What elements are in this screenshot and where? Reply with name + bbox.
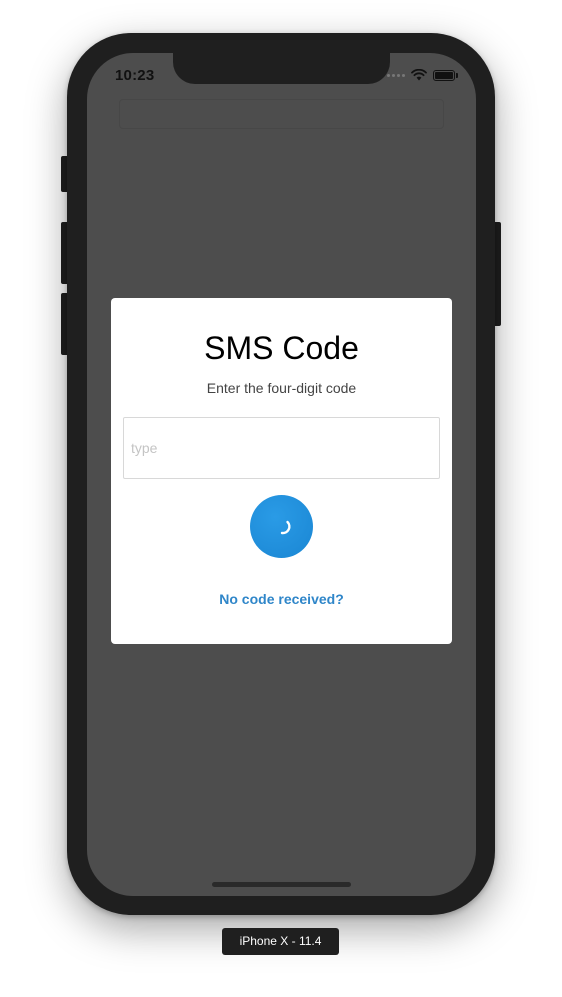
status-time: 10:23 (115, 67, 155, 84)
sms-code-input[interactable] (123, 417, 440, 479)
device-label: iPhone X - 11.4 (222, 928, 339, 955)
modal-subtitle: Enter the four-digit code (206, 380, 357, 396)
sms-code-modal: SMS Code Enter the four-digit code No co… (111, 298, 452, 644)
modal-title: SMS Code (204, 330, 359, 366)
signal-dots-icon (387, 73, 405, 77)
wifi-icon (411, 69, 427, 81)
background-search-bar (119, 99, 444, 129)
notch (173, 53, 390, 84)
no-code-received-link[interactable]: No code received? (111, 591, 452, 607)
submit-code-button[interactable] (250, 495, 313, 558)
simulator-stage: 10:23 SMS Code Enter the four-digit code (0, 0, 562, 997)
battery-icon (433, 69, 458, 81)
loading-spinner-icon (280, 520, 291, 535)
status-icons (387, 69, 458, 81)
device-screen: 10:23 SMS Code Enter the four-digit code (87, 53, 476, 896)
home-indicator (212, 882, 351, 887)
